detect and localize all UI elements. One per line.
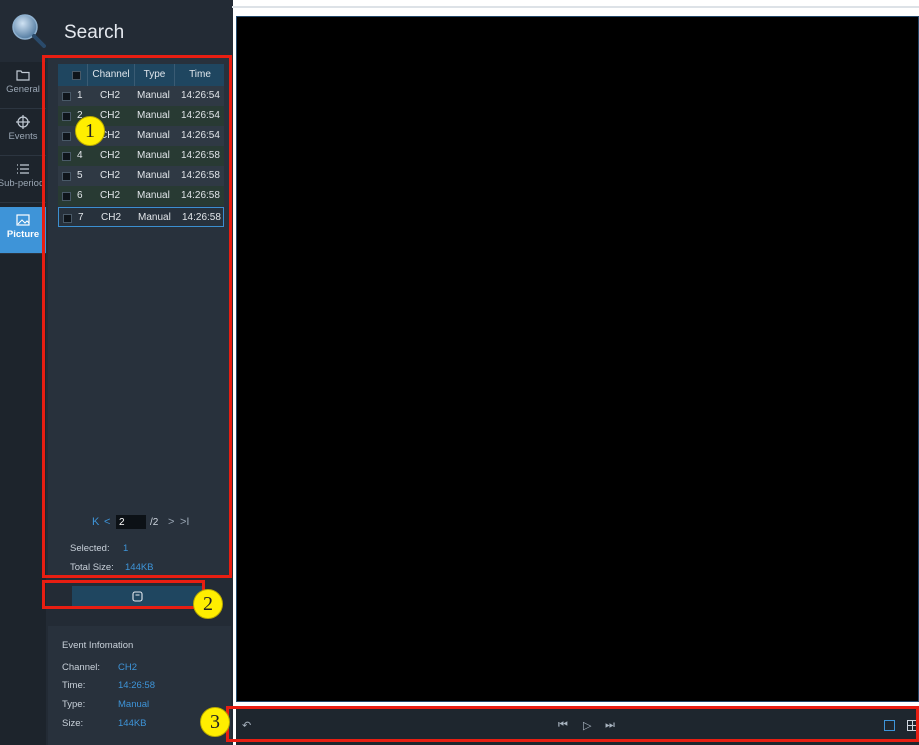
folder-icon bbox=[16, 70, 30, 81]
type-label: Type: bbox=[62, 699, 86, 710]
image-icon bbox=[16, 214, 30, 226]
channel-value: CH2 bbox=[118, 662, 138, 673]
top-scroll-bar bbox=[232, 6, 919, 8]
time-value: 14:26:58 bbox=[118, 680, 155, 691]
time-label: Time: bbox=[62, 680, 86, 691]
size-label: Size: bbox=[62, 718, 84, 729]
annotation-marker-3: 3 bbox=[200, 707, 230, 737]
list-icon bbox=[17, 164, 29, 174]
sidebar-item-events[interactable]: Events bbox=[0, 109, 46, 156]
annotation-box-2 bbox=[42, 580, 205, 609]
sidebar-item-general[interactable]: General bbox=[0, 62, 46, 109]
video-preview[interactable] bbox=[236, 16, 919, 702]
target-icon bbox=[16, 115, 30, 129]
type-value: Manual bbox=[118, 699, 150, 710]
annotation-box-1 bbox=[42, 55, 232, 578]
sidebar-item-label: Sub-period bbox=[0, 178, 45, 189]
magnifier-icon bbox=[12, 14, 46, 48]
sidebar-item-label: Events bbox=[8, 131, 38, 142]
page-title: Search bbox=[64, 22, 125, 43]
annotation-box-3 bbox=[226, 706, 919, 742]
annotation-marker-2: 2 bbox=[193, 589, 223, 619]
size-value: 144KB bbox=[118, 718, 147, 729]
sidebar-item-label: General bbox=[6, 84, 40, 95]
annotation-marker-1: 1 bbox=[75, 116, 105, 146]
channel-label: Channel: bbox=[62, 662, 101, 673]
side-nav: General Events Sub-period Picture bbox=[0, 62, 46, 745]
sidebar-item-sub-period[interactable]: Sub-period bbox=[0, 156, 46, 203]
event-info-title: Event Infomation bbox=[62, 640, 134, 651]
sidebar-item-label: Picture bbox=[6, 229, 40, 240]
sidebar-item-picture[interactable]: Picture bbox=[0, 207, 46, 254]
